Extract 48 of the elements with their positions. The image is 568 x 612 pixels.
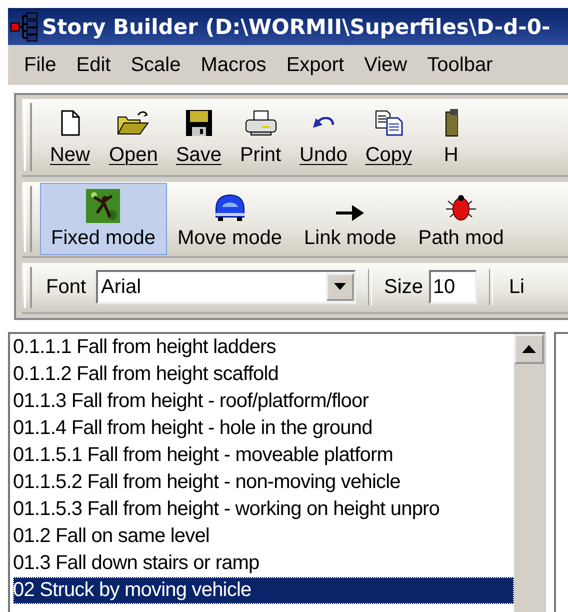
undo-icon xyxy=(312,116,334,129)
window-title: Story Builder (D:\WORMII\Superfiles\D-d-0- xyxy=(42,14,550,38)
toolbar-button[interactable]: Print xyxy=(230,108,291,167)
clipboard-icon xyxy=(444,108,458,138)
copy-icon xyxy=(374,108,404,138)
list-item[interactable]: 01.1.5.3 Fall from height - working on height unpro xyxy=(13,496,514,523)
menu-item[interactable]: View xyxy=(354,54,418,76)
list-item[interactable]: 01.1.5.1 Fall from height - moveable platform xyxy=(13,442,514,469)
scroll-up-button[interactable] xyxy=(514,334,544,364)
toolbar-grip[interactable] xyxy=(24,186,32,252)
list-item[interactable]: 01.1.5.2 Fall from height - non-moving vehicle xyxy=(13,469,514,496)
list-item[interactable]: 02 Struck by moving vehicle xyxy=(13,577,514,604)
menu-item[interactable]: File xyxy=(14,54,66,76)
menu-item[interactable]: Macros xyxy=(190,54,276,76)
size-label: Size xyxy=(384,276,423,299)
toolbar-grip[interactable] xyxy=(24,103,32,172)
menu-item[interactable]: Scale xyxy=(120,54,191,76)
menu-item[interactable]: Edit xyxy=(66,54,121,76)
printer-icon xyxy=(244,108,278,138)
scrollbar[interactable] xyxy=(514,334,544,612)
toolbar-button[interactable]: H xyxy=(421,108,482,167)
list-item[interactable]: 01.3 Fall down stairs or ramp xyxy=(13,550,514,577)
toolbar-button[interactable]: Copy xyxy=(356,108,422,167)
bug-icon xyxy=(444,193,478,224)
toolbar-button[interactable]: Undo xyxy=(290,108,356,167)
figure-icon xyxy=(86,189,120,224)
menu-item[interactable]: Toolbar xyxy=(417,54,503,76)
toolbar-grip[interactable] xyxy=(24,266,32,308)
list-item[interactable]: 01.2 Fall on same level xyxy=(13,523,514,550)
mode-button[interactable]: Fixed mode xyxy=(40,183,166,256)
font-label: Font xyxy=(46,276,86,299)
mode-button[interactable]: Link mode xyxy=(293,183,408,256)
line-label: Li xyxy=(508,276,525,299)
list-item[interactable]: 0.1.1.2 Fall from height scaffold xyxy=(13,361,514,388)
list-item[interactable]: 01.1.3 Fall from height - roof/platform/floor xyxy=(13,388,514,415)
toolbar-button[interactable]: New xyxy=(40,108,100,167)
list-item[interactable]: 01.1.4 Fall from height - hole in the ground xyxy=(13,415,514,442)
tree-icon xyxy=(10,12,40,42)
toolbar-button[interactable]: Save xyxy=(166,108,231,167)
toolbar-button[interactable]: Open xyxy=(100,108,167,167)
size-field[interactable]: 10 xyxy=(428,270,477,304)
up-arrow-icon xyxy=(522,345,536,353)
font-dropdown[interactable]: Arial xyxy=(96,270,356,304)
arrow-icon xyxy=(334,203,366,224)
mode-button[interactable]: Path mod xyxy=(407,183,515,256)
mode-button[interactable]: Move mode xyxy=(166,183,293,256)
list-item[interactable]: 0.1.1.1 Fall from height ladders xyxy=(13,334,514,361)
menu-item[interactable]: Export xyxy=(276,54,354,76)
